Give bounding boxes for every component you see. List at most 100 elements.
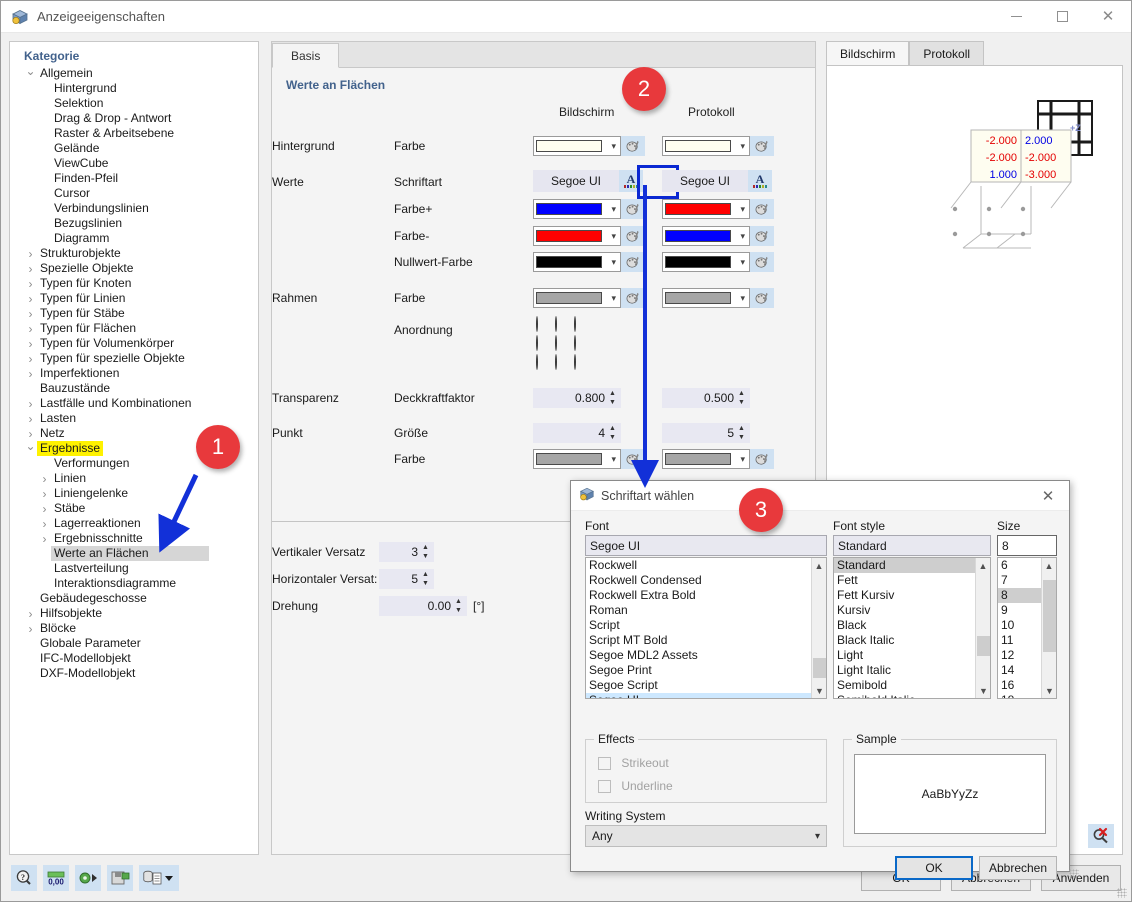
anordnung-cell-6[interactable] — [536, 354, 555, 374]
anordnung-cell-8[interactable] — [574, 354, 593, 374]
font-name-report[interactable]: Segoe UI — [662, 170, 748, 192]
palette-icon-hintergrund-screen[interactable] — [621, 136, 645, 156]
scrollbar[interactable]: ▲ ▼ — [1041, 558, 1056, 698]
spinner-up-icon[interactable]: ▲ — [609, 425, 616, 432]
chevron-down-icon[interactable] — [24, 68, 37, 80]
scroll-down-icon[interactable]: ▼ — [1042, 683, 1056, 698]
sidebar-item-blöcke[interactable]: Blöcke — [10, 621, 258, 636]
spinner-up-icon[interactable]: ▲ — [609, 390, 616, 397]
spinner-down-icon[interactable]: ▼ — [455, 607, 462, 614]
chevron-down-icon[interactable] — [24, 443, 37, 455]
magnifier-reset-icon[interactable] — [1088, 824, 1114, 848]
deckkraftfaktor-screen-spinner[interactable]: 0.800 ▲ ▼ — [533, 387, 621, 409]
resize-grip[interactable] — [1117, 888, 1127, 898]
sidebar-item-allgemein[interactable]: Allgemein — [10, 66, 258, 81]
font-picker-button-report[interactable]: A — [748, 170, 772, 192]
sidebar-item-lasten[interactable]: Lasten — [10, 411, 258, 426]
palette-icon-nullwert-screen[interactable] — [621, 252, 645, 272]
font-style-list-item[interactable]: Standard — [834, 558, 990, 573]
sidebar-item-verbindungslinien[interactable]: Verbindungslinien — [10, 201, 258, 216]
sidebar-item-lastfälle-und-kombinationen[interactable]: Lastfälle und Kombinationen — [10, 396, 258, 411]
writing-system-select[interactable]: Any ▾ — [585, 825, 827, 847]
chevron-right-icon[interactable] — [24, 608, 37, 620]
rahmen-screen-combo[interactable]: ▾ — [533, 287, 645, 309]
radio-button[interactable] — [536, 316, 538, 332]
palette-icon-hintergrund-report[interactable] — [750, 136, 774, 156]
spinner-down-icon[interactable]: ▼ — [738, 399, 745, 406]
radio-button[interactable] — [536, 335, 538, 351]
nullwert-report-combo[interactable]: ▾ — [662, 251, 774, 273]
sidebar-item-selektion[interactable]: Selektion — [10, 96, 258, 111]
font-dialog-cancel-button[interactable]: Abbrechen — [979, 856, 1057, 880]
save-defaults-icon[interactable] — [107, 865, 133, 891]
punkt-farbe-screen-combo[interactable]: ▾ — [533, 448, 645, 470]
sidebar-item-liniengelenke[interactable]: Liniengelenke — [10, 486, 258, 501]
sidebar-item-hilfsobjekte[interactable]: Hilfsobjekte — [10, 606, 258, 621]
spinner-down-icon[interactable]: ▼ — [422, 553, 429, 560]
spinner-up-icon[interactable]: ▲ — [422, 544, 429, 551]
font-style-list-item[interactable]: Light — [834, 648, 990, 663]
sidebar-item-typen-für-stäbe[interactable]: Typen für Stäbe — [10, 306, 258, 321]
sidebar-item-interaktionsdiagramme[interactable]: Interaktionsdiagramme — [10, 576, 258, 591]
font-list-item[interactable]: Rockwell — [586, 558, 826, 573]
font-style-list-item[interactable]: Light Italic — [834, 663, 990, 678]
scroll-up-icon[interactable]: ▲ — [1042, 558, 1056, 573]
radio-button[interactable] — [555, 354, 557, 370]
sidebar-item-drag-drop-antwort[interactable]: Drag & Drop - Antwort — [10, 111, 258, 126]
sidebar-item-finden-pfeil[interactable]: Finden-Pfeil — [10, 171, 258, 186]
strikeout-checkbox-row[interactable]: Strikeout — [598, 756, 669, 771]
font-style-list[interactable]: Standard Fett Fett Kursiv Kursiv Black Black … — [833, 557, 991, 699]
settings-arrow-icon[interactable] — [75, 865, 101, 891]
preview-tab-protokoll[interactable]: Protokoll — [909, 41, 985, 65]
palette-icon-nullwert-report[interactable] — [750, 252, 774, 272]
punkt-farbe-report-combo[interactable]: ▾ — [662, 448, 774, 470]
font-style-list-item[interactable]: Kursiv — [834, 603, 990, 618]
minimize-button[interactable] — [993, 1, 1039, 33]
deckkraftfaktor-report-spinner[interactable]: 0.500 ▲ ▼ — [662, 387, 750, 409]
anordnung-cell-1[interactable] — [555, 316, 574, 336]
sidebar-item-diagramm[interactable]: Diagramm — [10, 231, 258, 246]
font-list-item[interactable]: Roman — [586, 603, 826, 618]
chevron-right-icon[interactable] — [38, 533, 51, 545]
palette-icon-punkt-farbe-screen[interactable] — [621, 449, 645, 469]
chevron-right-icon[interactable] — [38, 473, 51, 485]
anordnung-cell-5[interactable] — [574, 335, 593, 355]
sidebar-item-typen-für-knoten[interactable]: Typen für Knoten — [10, 276, 258, 291]
sidebar-item-typen-für-volumenkörper[interactable]: Typen für Volumenkörper — [10, 336, 258, 351]
font-name-field[interactable]: Segoe UI — [585, 535, 827, 556]
scroll-up-icon[interactable]: ▲ — [976, 558, 990, 573]
units-icon[interactable]: 0,00 — [43, 865, 69, 891]
chevron-right-icon[interactable] — [38, 518, 51, 530]
farbe-plus-screen-combo[interactable]: ▾ — [533, 198, 645, 220]
maximize-button[interactable] — [1039, 1, 1085, 33]
scroll-up-icon[interactable]: ▲ — [812, 558, 826, 573]
anordnung-cell-3[interactable] — [536, 335, 555, 355]
sidebar-item-strukturobjekte[interactable]: Strukturobjekte — [10, 246, 258, 261]
database-list-icon[interactable] — [139, 865, 179, 891]
sidebar-item-gelände[interactable]: Gelände — [10, 141, 258, 156]
radio-button[interactable] — [536, 354, 538, 370]
sidebar-item-viewcube[interactable]: ViewCube — [10, 156, 258, 171]
sidebar-item-stäbe[interactable]: Stäbe — [10, 501, 258, 516]
scroll-down-icon[interactable]: ▼ — [812, 683, 826, 698]
radio-button[interactable] — [574, 335, 576, 351]
font-style-list-item[interactable]: Semibold Italic — [834, 693, 990, 698]
scrollbar[interactable]: ▲ ▼ — [975, 558, 990, 698]
sidebar-item-bauzustände[interactable]: Bauzustände — [10, 381, 258, 396]
tab-basis[interactable]: Basis — [272, 43, 340, 68]
font-list-item[interactable]: Segoe UI — [586, 693, 826, 698]
chevron-right-icon[interactable] — [24, 353, 37, 365]
radio-button[interactable] — [574, 316, 576, 332]
farbe-minus-report-combo[interactable]: ▾ — [662, 225, 774, 247]
chevron-right-icon[interactable] — [24, 413, 37, 425]
font-style-list-item[interactable]: Black — [834, 618, 990, 633]
spinner-up-icon[interactable]: ▲ — [738, 390, 745, 397]
font-dialog-ok-button[interactable]: OK — [895, 856, 973, 880]
scroll-down-icon[interactable]: ▼ — [976, 683, 990, 698]
sidebar-item-gebäudegeschosse[interactable]: Gebäudegeschosse — [10, 591, 258, 606]
sidebar-item-imperfektionen[interactable]: Imperfektionen — [10, 366, 258, 381]
spinner-down-icon[interactable]: ▼ — [609, 434, 616, 441]
chevron-right-icon[interactable] — [24, 623, 37, 635]
sidebar-item-raster-arbeitsebene[interactable]: Raster & Arbeitsebene — [10, 126, 258, 141]
preview-tab-bildschirm[interactable]: Bildschirm — [826, 41, 910, 65]
